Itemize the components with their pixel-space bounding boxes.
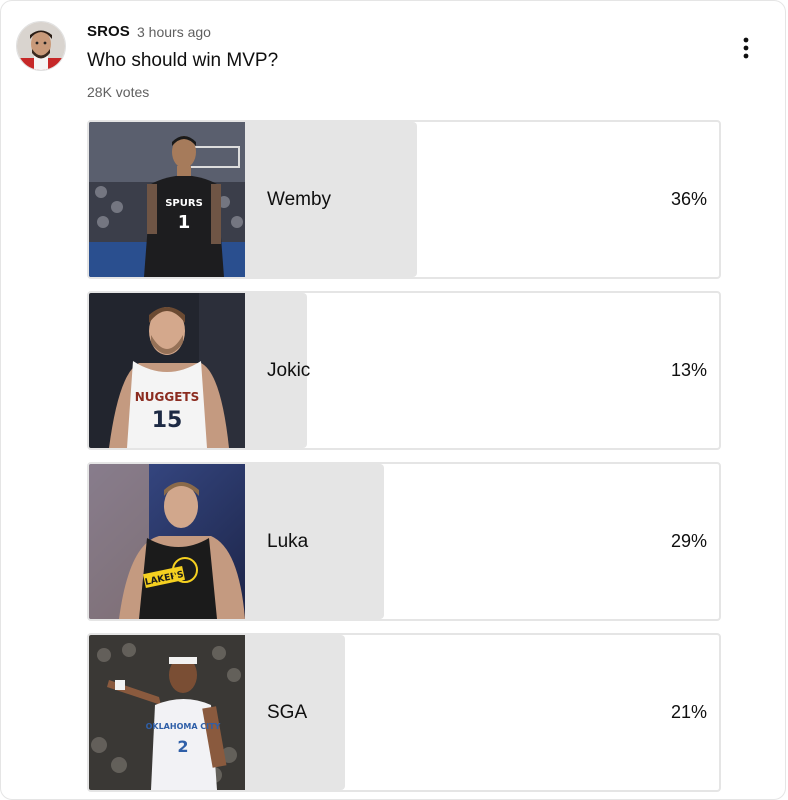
more-actions-button[interactable] [729, 31, 763, 65]
option-percent: 29% [670, 531, 707, 551]
jersey-text: SPURS [165, 198, 203, 209]
option-label: SGA [267, 702, 308, 723]
player-photo: OKLAHOMA CITY 2 [89, 635, 245, 790]
player-photo: NUGGETS 15 [89, 293, 245, 448]
poll-post-card: SROS 3 hours ago Who should win MVP? 28K… [0, 0, 786, 800]
option-percent: 13% [670, 360, 707, 380]
poll-option-luka[interactable]: LAKERS Luka 29% [87, 462, 721, 621]
option-label: Luka [267, 531, 309, 552]
player-photo: LAKERS [89, 464, 245, 619]
jersey-number: 15 [152, 408, 183, 433]
jersey-text: NUGGETS [135, 390, 200, 404]
jersey-number: 2 [177, 737, 188, 756]
poll-option-jokic[interactable]: NUGGETS 15 Jokic 13% [87, 291, 721, 450]
jersey-text: OKLAHOMA CITY [146, 722, 221, 731]
vote-count: 28K votes [87, 84, 150, 100]
poll-option-wemby[interactable]: SPURS 1 Wemby 36% [87, 120, 721, 279]
vote-bar [245, 464, 384, 619]
poll-question: Who should win MVP? [87, 50, 279, 71]
author-avatar[interactable] [16, 21, 66, 71]
post-timestamp[interactable]: 3 hours ago [137, 24, 211, 40]
player-photo: SPURS 1 [89, 122, 245, 277]
jersey-number: 1 [178, 212, 191, 233]
author-name[interactable]: SROS [87, 23, 130, 40]
option-percent: 36% [670, 189, 707, 209]
option-label: Jokic [267, 360, 311, 381]
option-percent: 21% [670, 702, 707, 722]
poll-option-sga[interactable]: OKLAHOMA CITY 2 SGA 21% [87, 633, 721, 792]
option-label: Wemby [267, 189, 332, 210]
more-vert-icon [743, 37, 749, 59]
